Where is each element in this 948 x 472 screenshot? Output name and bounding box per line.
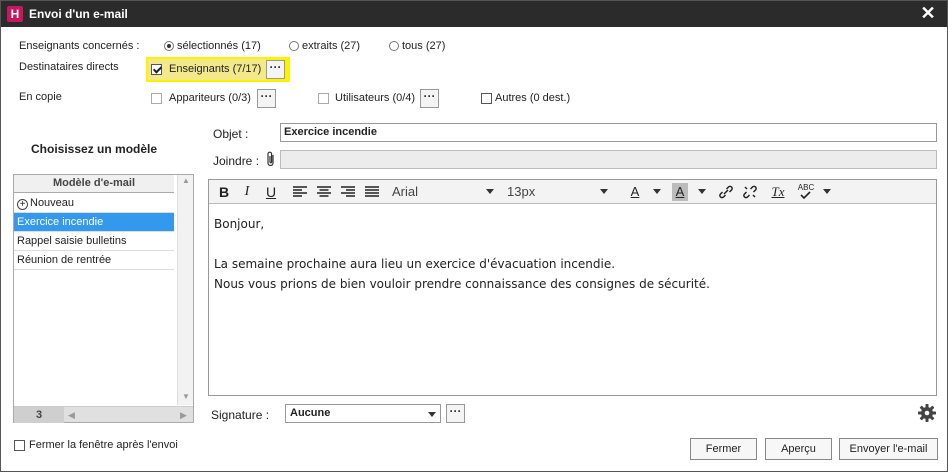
body-line: La semaine prochaine aura lieu un exerci…	[214, 257, 616, 271]
templates-header: Modèle d'e-mail	[14, 175, 174, 193]
templates-scrollbar[interactable]: ▲ ▼	[177, 175, 193, 405]
appariteurs-checkbox[interactable]	[151, 93, 162, 104]
new-template-row[interactable]: + Nouveau	[14, 194, 174, 213]
clear-format-button[interactable]: Tx	[769, 183, 787, 201]
teachers-direct-label[interactable]: Enseignants (7/17)	[169, 63, 261, 75]
email-dialog: H Envoi d'un e-mail ✕ Enseignants concer…	[0, 0, 948, 472]
appariteurs-select-button[interactable]: ···	[257, 89, 276, 108]
align-right-icon[interactable]	[341, 186, 355, 198]
body-line: Bonjour,	[214, 217, 265, 231]
italic-button[interactable]: I	[240, 183, 254, 201]
font-color-button[interactable]: A	[628, 183, 642, 201]
direct-label: Destinataires directs	[19, 61, 119, 73]
subject-label: Objet :	[213, 127, 249, 141]
attach-label: Joindre :	[213, 154, 260, 168]
template-row[interactable]: Rappel saisie bulletins	[14, 232, 174, 251]
chevron-down-icon	[428, 412, 436, 417]
teachers-select-button[interactable]: ···	[266, 60, 285, 79]
editor-toolbar: B I U Arial 13px A A Tx ABC	[209, 180, 936, 204]
radio-selected-label[interactable]: sélectionnés (17)	[177, 40, 261, 52]
send-email-button[interactable]: Envoyer l'e-mail	[839, 438, 938, 460]
scroll-up-icon[interactable]: ▲	[178, 175, 194, 187]
link-icon[interactable]	[718, 185, 734, 199]
radio-all[interactable]	[389, 41, 399, 51]
teachers-label: Enseignants concernés :	[19, 40, 140, 52]
underline-button[interactable]: U	[264, 183, 278, 201]
app-logo: H	[7, 6, 23, 22]
preview-button[interactable]: Aperçu	[765, 438, 832, 460]
scroll-right-icon[interactable]: ▶	[180, 407, 192, 423]
paperclip-icon[interactable]	[266, 151, 276, 167]
font-size-caret-icon[interactable]	[600, 189, 608, 194]
window-title: Envoi d'un e-mail	[29, 7, 128, 21]
templates-count: 3	[14, 407, 64, 423]
body-line	[214, 234, 710, 254]
align-left-icon[interactable]	[293, 186, 307, 198]
autres-checkbox[interactable]	[481, 93, 492, 104]
attachments-field[interactable]	[280, 150, 937, 169]
close-icon[interactable]: ✕	[919, 4, 937, 22]
subject-input[interactable]: Exercice incendie	[280, 123, 937, 142]
signature-label: Signature :	[211, 408, 270, 422]
radio-selected[interactable]	[164, 41, 174, 51]
appariteurs-label[interactable]: Appariteurs (0/3)	[169, 92, 251, 104]
scroll-down-icon[interactable]: ▼	[178, 391, 194, 403]
font-family-select[interactable]: Arial	[392, 183, 418, 201]
checkmark-icon	[800, 191, 811, 200]
close-button[interactable]: Fermer	[690, 438, 757, 460]
title-bar: H Envoi d'un e-mail ✕	[1, 1, 947, 27]
signature-value: Aucune	[290, 407, 331, 419]
highlight-color-button[interactable]: A	[672, 183, 688, 201]
align-justify-icon[interactable]	[365, 186, 379, 198]
utilisateurs-label[interactable]: Utilisateurs (0/4)	[335, 92, 415, 104]
templates-title: Choisissez un modèle	[31, 142, 158, 156]
radio-extracted-label[interactable]: extraits (27)	[302, 40, 360, 52]
font-family-caret-icon[interactable]	[486, 189, 494, 194]
bold-button[interactable]: B	[217, 183, 231, 201]
unlink-icon[interactable]	[742, 185, 758, 199]
gear-icon[interactable]	[918, 404, 936, 422]
rich-text-editor[interactable]: B I U Arial 13px A A Tx ABC Bonjour, La …	[208, 179, 937, 396]
templates-grid: Modèle d'e-mail + Nouveau Exercice incend…	[13, 174, 194, 423]
copy-label: En copie	[19, 91, 62, 103]
utilisateurs-checkbox[interactable]	[318, 93, 329, 104]
email-body[interactable]: Bonjour, La semaine prochaine aura lieu …	[214, 214, 710, 294]
spellcheck-caret-icon[interactable]	[823, 189, 831, 194]
align-center-icon[interactable]	[317, 186, 331, 198]
radio-extracted[interactable]	[289, 41, 299, 51]
font-size-select[interactable]: 13px	[507, 183, 535, 201]
plus-icon: +	[17, 199, 28, 210]
templates-footer: 3 ◀ ▶	[14, 406, 193, 423]
highlight-color-caret-icon[interactable]	[698, 189, 706, 194]
radio-all-label[interactable]: tous (27)	[402, 40, 445, 52]
signature-select[interactable]: Aucune	[285, 404, 441, 423]
body-line: Nous vous prions de bien vouloir prendre…	[214, 277, 710, 291]
new-template-label: Nouveau	[30, 197, 75, 209]
template-row[interactable]: Exercice incendie	[14, 213, 174, 232]
utilisateurs-select-button[interactable]: ···	[420, 89, 439, 108]
spellcheck-button[interactable]: ABC	[797, 183, 815, 201]
font-color-caret-icon[interactable]	[653, 189, 661, 194]
template-row[interactable]: Réunion de rentrée	[14, 251, 174, 270]
close-after-send-checkbox[interactable]	[14, 440, 25, 451]
signature-options-button[interactable]: ···	[446, 404, 465, 423]
close-after-send-label[interactable]: Fermer la fenêtre après l'envoi	[29, 439, 178, 451]
teachers-direct-checkbox[interactable]	[151, 64, 162, 75]
scroll-left-icon[interactable]: ◀	[68, 407, 80, 423]
autres-label[interactable]: Autres (0 dest.)	[495, 92, 570, 104]
